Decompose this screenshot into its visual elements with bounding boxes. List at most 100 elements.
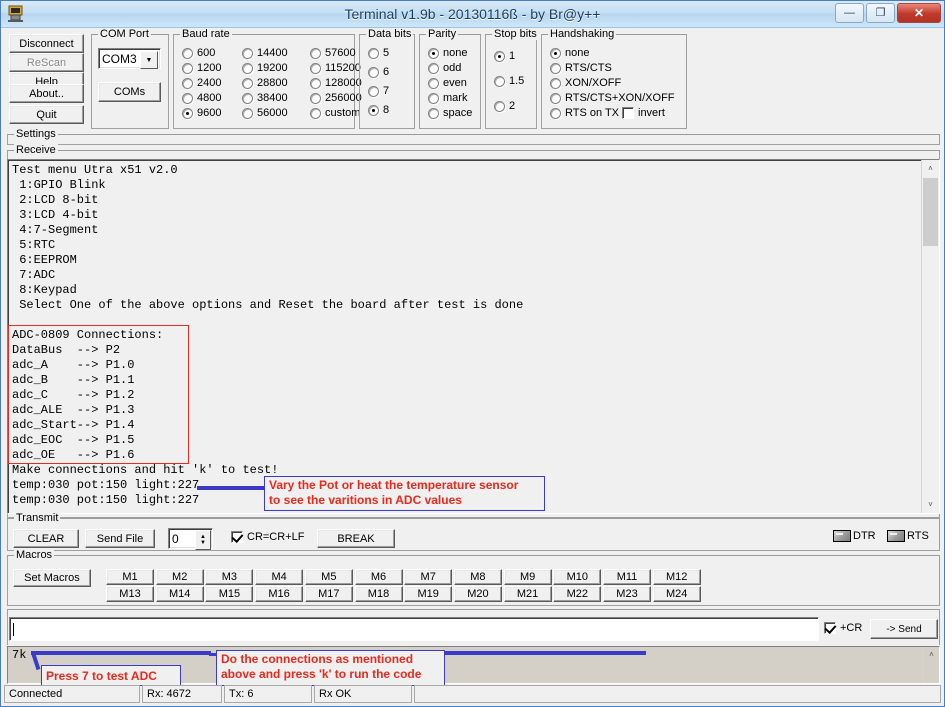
scroll-up-icon[interactable]: ˄: [922, 160, 939, 177]
stop-bits-option-1.5[interactable]: 1.5: [494, 75, 524, 87]
macro-button-m7[interactable]: M7: [404, 569, 453, 585]
window-controls: — ❐ ✕: [835, 3, 941, 23]
macro-button-m5[interactable]: M5: [304, 569, 353, 585]
baud-option-600[interactable]: 600: [182, 47, 215, 59]
data-bits-option-5[interactable]: 5: [368, 47, 389, 59]
parity-group: Parity none odd even mark space: [419, 28, 481, 129]
stop-bits-option-2[interactable]: 2: [494, 100, 515, 112]
clear-button[interactable]: CLEAR: [13, 529, 79, 548]
send-button[interactable]: -> Send: [870, 619, 938, 639]
tx-log-scroll-up-icon[interactable]: ˄: [924, 647, 939, 662]
macro-button-m11[interactable]: M11: [603, 569, 651, 585]
macro-button-m15[interactable]: M15: [205, 586, 254, 602]
handshaking-option-rts-cts-xon-xoff[interactable]: RTS/CTS+XON/XOFF: [550, 92, 675, 104]
disconnect-button[interactable]: Disconnect: [9, 34, 84, 53]
radio-icon: [428, 92, 439, 104]
macro-button-m8[interactable]: M8: [453, 569, 502, 585]
handshaking-option-label: none: [565, 47, 590, 59]
macro-button-m23[interactable]: M23: [603, 586, 651, 602]
baud-option-4800[interactable]: 4800: [182, 92, 221, 104]
macro-button-m6[interactable]: M6: [354, 569, 403, 585]
radio-icon: [428, 107, 439, 119]
macro-button-m19[interactable]: M19: [404, 586, 453, 602]
settings-group: Settings: [7, 128, 940, 145]
receive-scrollbar[interactable]: ˄ ˅: [921, 160, 939, 513]
com-port-select[interactable]: COM3 ▼: [98, 48, 161, 69]
parity-option-mark[interactable]: mark: [428, 92, 467, 104]
baud-option-256000[interactable]: 256000: [310, 92, 362, 104]
send-file-button[interactable]: Send File: [85, 529, 155, 548]
data-bits-option-8[interactable]: 8: [368, 104, 389, 116]
macro-button-m14[interactable]: M14: [155, 586, 204, 602]
transmit-group-label: Transmit: [14, 512, 61, 524]
baud-option-28800[interactable]: 28800: [242, 77, 288, 89]
baud-option-56000[interactable]: 56000: [242, 107, 288, 119]
parity-option-none[interactable]: none: [428, 47, 467, 59]
baud-option-label: 19200: [257, 62, 288, 74]
macro-button-m21[interactable]: M21: [503, 586, 552, 602]
baud-option-19200[interactable]: 19200: [242, 62, 288, 74]
send-button-label: -> Send: [886, 623, 922, 635]
rts-indicator[interactable]: RTS: [887, 530, 929, 542]
annotation-connections: Do the connections as mentioned above an…: [216, 650, 445, 686]
macro-button-m12[interactable]: M12: [652, 569, 701, 585]
radio-icon: [242, 92, 253, 104]
macro-button-m13[interactable]: M13: [106, 586, 154, 602]
baud-option-2400[interactable]: 2400: [182, 77, 221, 89]
baud-option-14400[interactable]: 14400: [242, 47, 288, 59]
parity-option-space[interactable]: space: [428, 107, 472, 119]
maximize-button[interactable]: ❐: [866, 3, 895, 23]
handshaking-option-none[interactable]: none: [550, 47, 589, 59]
dtr-indicator[interactable]: DTR: [833, 530, 876, 542]
handshaking-option-xon-xoff[interactable]: XON/XOFF: [550, 77, 621, 89]
tx-log-scrollbar[interactable]: ˄: [923, 647, 939, 683]
invert-checkbox[interactable]: invert: [622, 107, 665, 119]
baud-option-label: 9600: [197, 107, 222, 119]
macro-button-m20[interactable]: M20: [453, 586, 502, 602]
receive-scrollbar-thumb[interactable]: [923, 178, 938, 246]
delay-spinner[interactable]: 0 ▲ ▼: [168, 528, 213, 550]
macro-button-m22[interactable]: M22: [553, 586, 602, 602]
chevron-down-icon[interactable]: ▼: [140, 51, 158, 69]
radio-icon: [310, 62, 321, 74]
handshaking-option-rts-on-tx[interactable]: RTS on TX: [550, 107, 619, 119]
macro-button-m4[interactable]: M4: [255, 569, 304, 585]
status-bar: Connected Rx: 4672 Tx: 6 Rx OK: [4, 685, 943, 703]
cr-checkbox[interactable]: +CR: [824, 622, 862, 634]
baud-option-1200[interactable]: 1200: [182, 62, 221, 74]
scroll-down-icon[interactable]: ˅: [922, 496, 939, 513]
crlf-checkbox[interactable]: CR=CR+LF: [231, 531, 304, 543]
baud-option-128000[interactable]: 128000: [310, 77, 362, 89]
break-button[interactable]: BREAK: [317, 529, 395, 548]
data-bits-option-6[interactable]: 6: [368, 66, 389, 78]
quit-button[interactable]: Quit: [9, 105, 84, 124]
spinner-arrows-icon[interactable]: ▲ ▼: [195, 530, 211, 550]
send-input[interactable]: [9, 617, 819, 641]
close-button[interactable]: ✕: [897, 3, 941, 23]
macro-button-m2[interactable]: M2: [155, 569, 204, 585]
about-button[interactable]: About..: [9, 84, 84, 103]
macro-button-m10[interactable]: M10: [553, 569, 602, 585]
set-macros-button[interactable]: Set Macros: [13, 569, 91, 587]
minimize-button[interactable]: —: [835, 3, 864, 23]
parity-option-even[interactable]: even: [428, 77, 467, 89]
macro-button-m24[interactable]: M24: [652, 586, 701, 602]
baud-option-115200[interactable]: 115200: [310, 62, 361, 74]
macro-button-m16[interactable]: M16: [255, 586, 304, 602]
macro-button-m3[interactable]: M3: [205, 569, 254, 585]
rescan-button[interactable]: ReScan: [9, 53, 84, 72]
stop-bits-option-1[interactable]: 1: [494, 50, 515, 62]
baud-option-custom[interactable]: custom: [310, 107, 360, 119]
data-bits-option-7[interactable]: 7: [368, 85, 389, 97]
parity-option-odd[interactable]: odd: [428, 62, 461, 74]
handshaking-option-rts-cts[interactable]: RTS/CTS: [550, 62, 612, 74]
baud-option-38400[interactable]: 38400: [242, 92, 288, 104]
baud-option-57600[interactable]: 57600: [310, 47, 356, 59]
baud-option-9600[interactable]: 9600: [182, 107, 221, 119]
macro-button-m17[interactable]: M17: [304, 586, 353, 602]
coms-button[interactable]: COMs: [98, 82, 161, 102]
macro-button-m9[interactable]: M9: [503, 569, 552, 585]
macro-button-m18[interactable]: M18: [354, 586, 403, 602]
receive-text-area[interactable]: Test menu Utra x51 v2.0 1:GPIO Blink 2:L…: [7, 159, 940, 514]
macro-button-m1[interactable]: M1: [106, 569, 154, 585]
